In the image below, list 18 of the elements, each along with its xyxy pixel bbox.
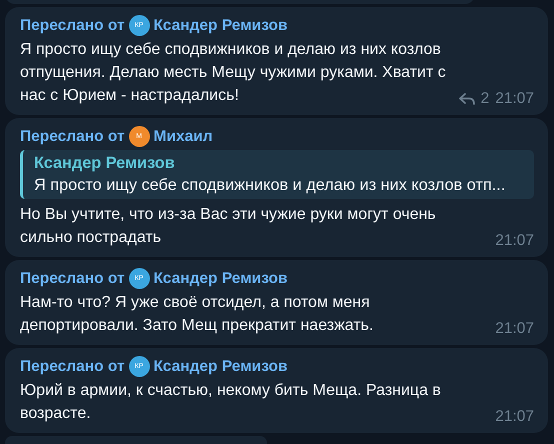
sender-name[interactable]: Ксандер Ремизов [154,268,288,288]
message-text: Нам-то что? Я уже своё отсидел, а потом меня депортировали. Зато Мещ прекратит наезжать. [20,293,374,336]
forwarded-label: Переслано от [20,268,125,288]
message-time: 21:07 [495,320,534,338]
forwarded-label: Переслано от [20,16,125,36]
reply-count: 2 [480,90,490,108]
message-text: Юрий в армии, к счастью, некому бить Меща. Разница в возрасте. [20,381,442,424]
message-time: 21:07 [495,232,534,250]
message-text: Но Вы учтите, что из-за Вас эти чужие руки могут очень сильно пострадать [20,205,437,248]
reply-quote[interactable]: Ксандер Ремизов Я просто ищу себе сподвижников и делаю из них козлов отп... [20,150,534,199]
sender-name[interactable]: Ксандер Ремизов [154,16,288,36]
message-time: 21:07 [495,408,534,426]
sender-name[interactable]: Михаил [154,126,213,146]
message-text: Я просто ищу себе сподвижников и делаю из них козлов отпущения. Делаю месть Мещу чужими руками. Хватит с нас с Юрием - настрадались! [20,40,447,106]
forwarded-label: Переслано от [20,356,125,376]
message-time: 21:07 [495,90,534,108]
sender-name[interactable]: Ксандер Ремизов [154,356,288,376]
forwarded-label: Переслано от [20,126,125,146]
